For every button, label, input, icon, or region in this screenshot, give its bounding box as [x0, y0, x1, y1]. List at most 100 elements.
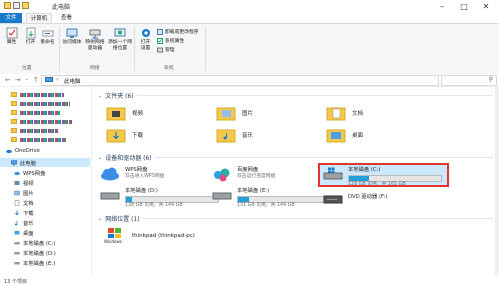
quick-access-item[interactable]	[11, 90, 64, 99]
drive-dvd[interactable]: DVD 驱动器 (F:)	[323, 194, 388, 206]
folder-icon	[11, 137, 17, 142]
minimize-button[interactable]: –	[431, 0, 453, 12]
quick-access-item[interactable]	[11, 99, 70, 108]
folder-documents[interactable]: 文档	[326, 105, 363, 121]
rename-icon	[42, 30, 53, 37]
drive-icon	[14, 251, 20, 254]
documents-folder-icon	[326, 107, 346, 121]
ribbon-separator	[205, 27, 206, 71]
folder-icon	[11, 128, 17, 133]
folder-music[interactable]: 音乐	[216, 127, 253, 143]
video-folder-icon	[106, 107, 126, 121]
ribbon-separator	[134, 27, 135, 71]
video-folder-icon	[14, 180, 20, 185]
maximize-button[interactable]: □	[453, 0, 475, 12]
downloads-folder-icon	[106, 129, 126, 143]
uninstall-programs-button[interactable]: 卸载或更改程序	[157, 28, 199, 35]
window-title: 此电脑	[52, 4, 71, 11]
rename-button[interactable]: 重命名	[38, 27, 57, 46]
folder-pictures[interactable]: 图片	[216, 105, 253, 121]
section-divider	[142, 218, 493, 219]
system-properties-button[interactable]: 系统属性	[157, 37, 184, 44]
sidebar-item-documents[interactable]: 文档	[14, 198, 34, 207]
music-note-icon	[15, 220, 18, 225]
gear-icon	[141, 29, 150, 37]
chevron-down-icon[interactable]: ⌄	[25, 76, 29, 84]
search-input[interactable]: ⚲	[441, 75, 497, 86]
properties-button[interactable]: 属性	[3, 27, 20, 46]
open-button[interactable]: 打开	[22, 27, 39, 46]
drive-e[interactable]: 本地磁盘 (E:) 131 GB 可用，共 149 GB	[212, 188, 331, 209]
scrollbar[interactable]	[495, 87, 499, 275]
sidebar-item-onedrive[interactable]: OneDrive	[6, 146, 40, 155]
folder-icon	[11, 101, 17, 106]
folder-desktop[interactable]: 桌面	[326, 127, 363, 143]
up-arrow-icon[interactable]: ↑	[33, 76, 39, 84]
sidebar-item-drive-e[interactable]: 本地磁盘 (E:)	[14, 258, 55, 267]
media-access-icon	[66, 28, 78, 38]
properties-quick-icon[interactable]	[13, 2, 20, 9]
network-location-icon	[114, 28, 126, 37]
forward-arrow-icon[interactable]: →	[15, 76, 21, 84]
quick-access-item[interactable]	[11, 108, 60, 117]
chevron-down-icon: ⌄	[98, 215, 103, 222]
network-drive-icon	[89, 29, 101, 39]
drive-baidu[interactable]: 百度网盘 双击运行百度网盘	[212, 167, 275, 183]
open-settings-button[interactable]: 打开设置	[137, 27, 154, 52]
section-header-folders[interactable]: ⌄ 文件夹 (6)	[98, 91, 493, 100]
quick-access-item[interactable]	[11, 126, 58, 135]
drive-c[interactable]: 本地磁盘 (C:) 128 GB 可用，共 165 GB	[323, 167, 442, 188]
section-header-drives[interactable]: ⌄ 设备和驱动器 (6)	[98, 153, 493, 162]
folder-downloads[interactable]: 下载	[106, 127, 143, 143]
computer-icon	[45, 77, 53, 82]
baidu-cloud-icon	[214, 168, 230, 182]
section-header-network[interactable]: ⌄ 网络位置 (1)	[98, 214, 493, 223]
breadcrumb-separator-icon: ›	[56, 76, 59, 83]
drive-icon	[14, 241, 20, 244]
item-count: 13 个项目	[4, 279, 27, 285]
folder-icon	[11, 110, 17, 115]
blurred-label	[20, 128, 58, 133]
group-label-network: 网络	[90, 66, 100, 71]
ribbon: 属性 打开 重命名 位置 访问媒体 映射网络驱动器 添加一个网络位置 网络 打开…	[0, 23, 499, 75]
desktop-icon	[14, 230, 20, 234]
sidebar-item-desktop[interactable]: 桌面	[14, 228, 34, 237]
capacity-bar	[237, 196, 331, 203]
network-location-thinkpad[interactable]: Windows thinkpad (thinkpad-pc)	[104, 227, 195, 245]
section-divider	[154, 157, 493, 158]
address-box[interactable]: › 此电脑	[41, 75, 439, 86]
drive-icon	[14, 261, 20, 264]
music-folder-icon	[216, 129, 236, 143]
tab-view[interactable]: 查看	[56, 13, 77, 23]
sidebar-item-music[interactable]: 音乐	[14, 218, 34, 227]
sidebar-item-this-pc[interactable]: 此电脑	[0, 158, 90, 167]
sidebar-item-videos[interactable]: 视频	[14, 178, 34, 187]
properties-icon	[6, 27, 17, 39]
blurred-label	[20, 137, 66, 142]
drive-d[interactable]: 本地磁盘 (D:) 138 GB 可用，共 149 GB	[100, 188, 219, 209]
media-access-button[interactable]: 访问媒体	[62, 27, 82, 46]
tab-file[interactable]: 文件	[0, 13, 22, 23]
drive-wps[interactable]: WPS网盘 双击进入WPS网盘	[100, 167, 164, 181]
quick-access-item[interactable]	[11, 135, 66, 144]
sidebar-item-drive-c[interactable]: 本地磁盘 (C:)	[14, 238, 56, 247]
folder-videos[interactable]: 视频	[106, 105, 143, 121]
documents-folder-icon	[14, 199, 20, 206]
quick-access-item[interactable]	[11, 117, 72, 126]
add-network-location-button[interactable]: 添加一个网络位置	[108, 27, 132, 52]
manage-button[interactable]: 管理	[157, 46, 175, 53]
back-arrow-icon[interactable]: ←	[5, 76, 11, 84]
sidebar-item-drive-d[interactable]: 本地磁盘 (D:)	[14, 248, 56, 257]
sidebar-item-pictures[interactable]: 图片	[14, 188, 34, 197]
content-pane: ⌄ 文件夹 (6) 视频 图片 文档 下载 音乐 桌面 ⌄ 设备和驱动器 (6)…	[92, 87, 499, 275]
folder-icon	[11, 92, 17, 97]
sidebar-item-downloads[interactable]: 下载	[14, 208, 34, 217]
sidebar-item-wps[interactable]: WPS网盘	[14, 168, 45, 177]
close-button[interactable]: ✕	[475, 0, 497, 12]
new-folder-quick-icon[interactable]	[22, 2, 29, 9]
capacity-bar	[125, 196, 219, 203]
computer-icon	[11, 159, 17, 165]
blurred-label	[20, 92, 64, 97]
map-network-drive-button[interactable]: 映射网络驱动器	[84, 27, 106, 52]
breadcrumb[interactable]: 此电脑	[64, 77, 81, 85]
